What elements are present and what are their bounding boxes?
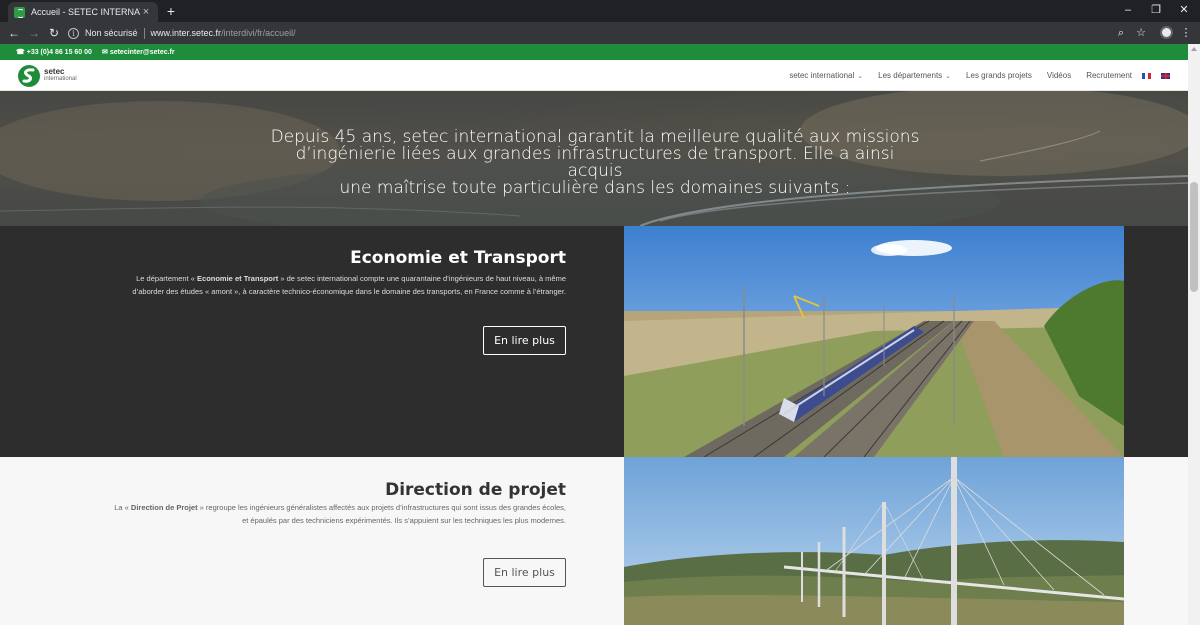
url-path: /interdivi/fr/accueil/ [221, 28, 296, 38]
phone-number: +33 (0)4 86 15 60 00 [26, 48, 92, 56]
section-economie-transport: Economie et Transport Le département « E… [0, 226, 1188, 457]
main-nav: setec international ⌄ Les départements ⌄ L… [774, 60, 1170, 91]
read-more-button[interactable]: En lire plus [483, 326, 566, 355]
nav-item-label: Les grands projets [966, 71, 1032, 80]
tab-title: Accueil - SETEC INTERNATIONAL [31, 7, 140, 17]
info-icon[interactable]: i [68, 27, 79, 39]
setec-logo-icon [18, 65, 40, 87]
section-title: Economie et Transport [350, 248, 566, 268]
chevron-down-icon: ⌄ [857, 72, 864, 80]
email-contact[interactable]: ✉ setecinter@setec.fr [101, 48, 175, 57]
hero-line: d’ingénierie liées aux grandes infrastru… [295, 144, 895, 181]
bookmark-star-icon[interactable]: ☆ [1133, 25, 1149, 41]
envelope-icon: ✉ [101, 49, 108, 56]
section-description: La « Direction de Projet » regroupe les … [66, 501, 566, 527]
window-close-button[interactable]: ✕ [1172, 2, 1196, 18]
contact-topbar: ☎ +33 (0)4 86 15 60 00 ✉ setecinter@sete… [0, 44, 1188, 60]
new-tab-button[interactable]: + [163, 3, 179, 19]
nav-item-setec-international[interactable]: setec international ⌄ [789, 71, 863, 80]
nav-item-videos[interactable]: Vidéos [1047, 71, 1071, 80]
phone-contact[interactable]: ☎ +33 (0)4 86 15 60 00 [16, 48, 92, 57]
description-text: d’aborder des études « amont », à caract… [132, 287, 566, 296]
description-bold-text: Economie et Transport [197, 274, 279, 283]
browser-tab-strip: Accueil - SETEC INTERNATIONAL × + – ❐ ✕ [0, 0, 1200, 22]
browser-menu-icon[interactable]: ⋮ [1178, 25, 1194, 41]
address-bar[interactable]: i Non sécurisé www.inter.setec.fr/interd… [68, 24, 1126, 42]
nav-item-label: Vidéos [1046, 71, 1072, 80]
nav-item-label: Recrutement [1086, 71, 1132, 80]
window-restore-button[interactable]: ❐ [1144, 2, 1168, 18]
nav-item-label: Les départements [878, 71, 943, 80]
scrollbar-thumb[interactable] [1190, 182, 1198, 292]
section-right-padding [1124, 457, 1188, 625]
nav-item-recrutement[interactable]: Recrutement [1086, 71, 1132, 80]
site-favicon-icon [14, 6, 25, 18]
french-flag-icon[interactable] [1142, 72, 1151, 79]
browser-toolbar: ← → ↻ i Non sécurisé www.inter.setec.fr /… [0, 22, 1200, 44]
back-arrow-icon[interactable]: ← [6, 25, 22, 41]
page-viewport: ☎ +33 (0)4 86 15 60 00 ✉ setecinter@sete… [0, 44, 1188, 625]
site-header: setec international setec international ⌄… [0, 60, 1188, 91]
section-right-padding [1124, 226, 1188, 457]
viaduct-image [624, 457, 1124, 625]
hero-intro-text: Depuis 45 ans, setec international garan… [270, 129, 920, 197]
reload-icon[interactable]: ↻ [46, 25, 62, 41]
nav-item-grands-projets[interactable]: Les grands projets [966, 71, 1032, 80]
description-text: » regroupe les ingénieurs généralistes a… [197, 503, 566, 512]
forward-arrow-icon[interactable]: → [26, 25, 42, 41]
description-text: Le département « [136, 274, 198, 283]
logo-brand-text: setec [44, 67, 65, 76]
url-host: www.inter.setec.fr [150, 28, 222, 38]
email-address: setecinter@setec.fr [109, 48, 175, 56]
hero-banner: Depuis 45 ans, setec international garan… [0, 91, 1188, 226]
zoom-icon[interactable]: ⌕ [1113, 25, 1129, 41]
phone-icon: ☎ [16, 49, 25, 56]
description-text: » de setec international compte une quar… [278, 274, 566, 283]
description-text: et épaulés par des techniciens expérimen… [242, 516, 566, 525]
nav-item-departements[interactable]: Les départements ⌄ [878, 71, 951, 80]
english-flag-icon[interactable] [1161, 72, 1170, 79]
millau-viaduct-photo [624, 457, 1124, 625]
section-direction-projet: Direction de projet La « Direction de Pr… [0, 457, 1188, 625]
description-bold-text: Direction de Projet [130, 503, 198, 512]
train-image [624, 226, 1124, 457]
description-text: La « [114, 503, 131, 512]
chevron-down-icon: ⌄ [945, 72, 952, 80]
window-minimize-button[interactable]: – [1116, 2, 1140, 18]
profile-avatar-icon[interactable] [1160, 26, 1173, 39]
read-more-button[interactable]: En lire plus [483, 558, 566, 587]
address-divider [143, 27, 145, 39]
tab-close-icon[interactable]: × [140, 6, 152, 18]
security-status: Non sécurisé [85, 28, 138, 38]
site-logo[interactable]: setec international [17, 64, 97, 88]
page-scrollbar[interactable] [1188, 44, 1200, 625]
hero-line: une maîtrise toute particulière dans les… [339, 178, 851, 198]
section-title: Direction de projet [385, 480, 566, 500]
scroll-up-arrow-icon[interactable] [1191, 47, 1197, 51]
section-description: Le département « Economie et Transport »… [86, 272, 566, 298]
logo-sub-text: international [44, 76, 77, 82]
tgv-train-photo [624, 226, 1124, 457]
browser-tab[interactable]: Accueil - SETEC INTERNATIONAL × [8, 2, 158, 22]
nav-item-label: setec international [789, 71, 855, 80]
